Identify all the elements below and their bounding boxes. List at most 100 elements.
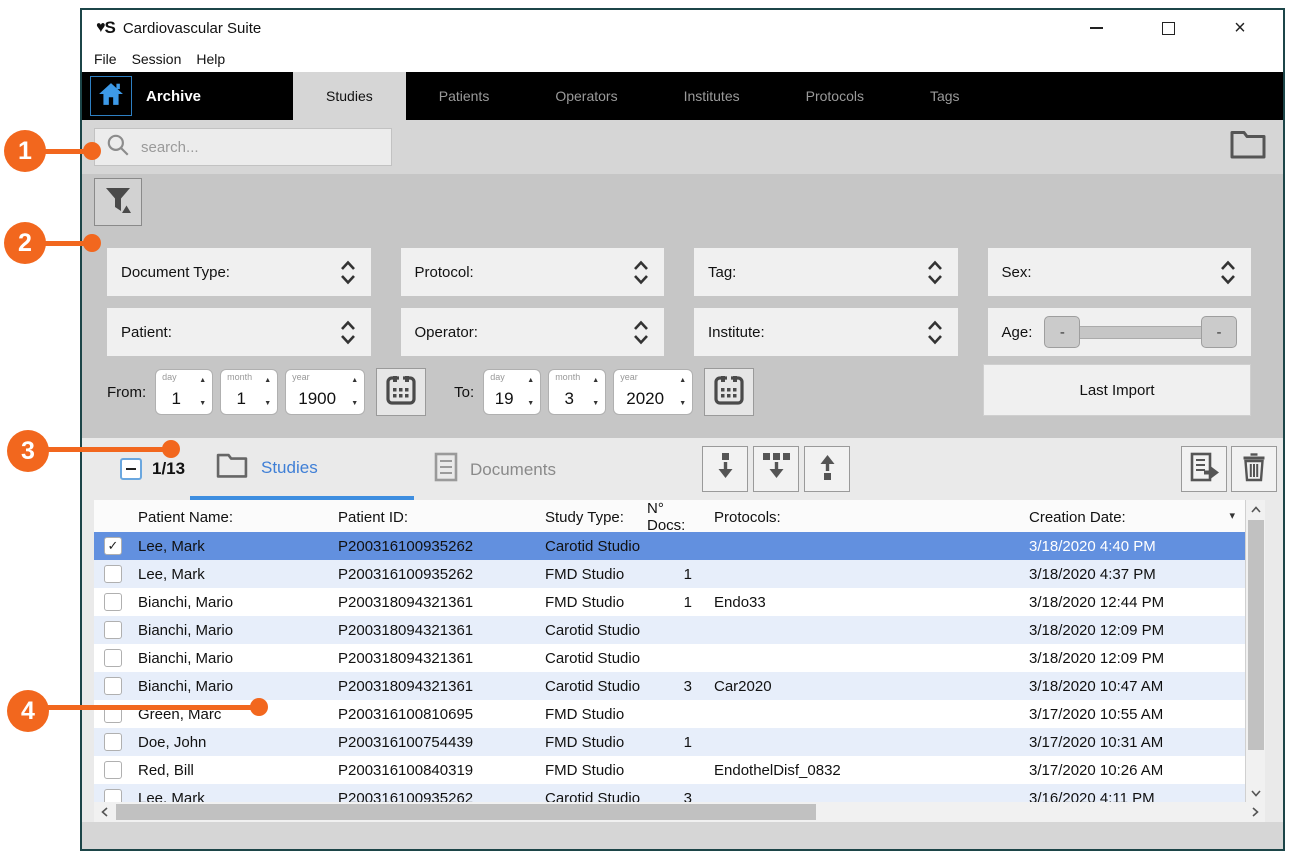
- vertical-scroll-thumb[interactable]: [1248, 520, 1264, 750]
- patient-dropdown[interactable]: Patient:: [107, 308, 371, 356]
- col-protocols[interactable]: Protocols:: [702, 509, 1027, 526]
- export-study-button[interactable]: [804, 446, 850, 492]
- minimize-button[interactable]: [1085, 17, 1107, 39]
- menu-session[interactable]: Session: [132, 51, 182, 67]
- search-box[interactable]: [94, 128, 392, 166]
- from-month-spinner[interactable]: month 1 ▲▼: [220, 369, 278, 415]
- from-year-spinner[interactable]: year 1900 ▲▼: [285, 369, 365, 415]
- scroll-left-icon[interactable]: [94, 802, 114, 822]
- spin-down-icon[interactable]: ▼: [679, 400, 686, 407]
- horizontal-scroll-thumb[interactable]: [116, 804, 816, 820]
- minimize-icon: [1090, 27, 1103, 29]
- maximize-button[interactable]: [1157, 17, 1179, 39]
- cell-n-docs: 1: [646, 566, 702, 583]
- cell-creation-date: 3/18/2020 4:40 PM: [1027, 538, 1245, 555]
- vertical-scrollbar[interactable]: [1245, 500, 1265, 802]
- arrow-down-squares-icon: [762, 452, 791, 486]
- spin-up-icon[interactable]: ▲: [679, 377, 686, 384]
- cell-patient-id: P200316100810695: [332, 706, 539, 723]
- nav-tab-tags[interactable]: Tags: [897, 72, 993, 120]
- spin-down-icon[interactable]: ▼: [199, 400, 206, 407]
- to-day-spinner[interactable]: day 19 ▲▼: [483, 369, 541, 415]
- cell-study-type: FMD Studio: [539, 594, 646, 611]
- collapse-selection-checkbox[interactable]: [120, 458, 142, 480]
- spin-down-icon[interactable]: ▼: [264, 400, 271, 407]
- open-folder-button[interactable]: [1229, 129, 1267, 165]
- to-month-spinner[interactable]: month 3 ▲▼: [548, 369, 606, 415]
- scroll-up-icon[interactable]: [1246, 500, 1266, 518]
- sex-dropdown[interactable]: Sex:: [988, 248, 1252, 296]
- institute-dropdown[interactable]: Institute:: [694, 308, 958, 356]
- col-patient-name[interactable]: Patient Name:: [132, 509, 332, 526]
- nav-tab-patients[interactable]: Patients: [406, 72, 523, 120]
- delete-button[interactable]: [1231, 446, 1277, 492]
- age-max-handle[interactable]: -: [1201, 316, 1237, 348]
- nav-tab-protocols[interactable]: Protocols: [773, 72, 897, 120]
- spin-up-icon[interactable]: ▲: [351, 377, 358, 384]
- spin-down-icon[interactable]: ▼: [592, 400, 599, 407]
- scroll-down-icon[interactable]: [1246, 784, 1266, 802]
- export-report-button[interactable]: [1181, 446, 1227, 492]
- menu-file[interactable]: File: [94, 51, 117, 67]
- sort-caret-icon: ▾: [1229, 509, 1235, 522]
- home-button[interactable]: [90, 76, 132, 116]
- menu-help[interactable]: Help: [196, 51, 225, 67]
- table-row[interactable]: Doe, JohnP200316100754439FMD Studio13/17…: [94, 728, 1245, 756]
- table-row[interactable]: Bianchi, MarioP200318094321361Carotid St…: [94, 616, 1245, 644]
- to-calendar-button[interactable]: [704, 368, 754, 416]
- from-day-spinner[interactable]: day 1 ▲▼: [155, 369, 213, 415]
- filter-toggle-button[interactable]: [94, 178, 142, 226]
- horizontal-scrollbar[interactable]: [94, 802, 1265, 822]
- table-row[interactable]: Bianchi, MarioP200318094321361FMD Studio…: [94, 588, 1245, 616]
- spin-down-icon[interactable]: ▼: [527, 400, 534, 407]
- row-checkbox[interactable]: [104, 565, 122, 583]
- table-row[interactable]: Bianchi, MarioP200318094321361Carotid St…: [94, 644, 1245, 672]
- search-input[interactable]: [141, 139, 361, 156]
- spin-up-icon[interactable]: ▲: [527, 377, 534, 384]
- row-checkbox[interactable]: [104, 733, 122, 751]
- tag-dropdown[interactable]: Tag:: [694, 248, 958, 296]
- row-checkbox[interactable]: [104, 789, 122, 802]
- spin-up-icon[interactable]: ▲: [199, 377, 206, 384]
- nav-tab-institutes[interactable]: Institutes: [651, 72, 773, 120]
- spin-up-icon[interactable]: ▲: [592, 377, 599, 384]
- scroll-right-icon[interactable]: [1245, 802, 1265, 822]
- row-checkbox[interactable]: [104, 593, 122, 611]
- last-import-button[interactable]: Last Import: [983, 364, 1251, 416]
- from-calendar-button[interactable]: [376, 368, 426, 416]
- table-row[interactable]: ✓Lee, MarkP200316100935262Carotid Studio…: [94, 532, 1245, 560]
- col-patient-id[interactable]: Patient ID:: [332, 509, 539, 526]
- import-study-button[interactable]: [702, 446, 748, 492]
- age-slider-track: [1076, 326, 1205, 339]
- age-min-handle[interactable]: -: [1044, 316, 1080, 348]
- table-row[interactable]: Red, BillP200316100840319FMD StudioEndot…: [94, 756, 1245, 784]
- tab-studies[interactable]: Studies: [215, 452, 318, 484]
- to-year-spinner[interactable]: year 2020 ▲▼: [613, 369, 693, 415]
- filter-grid: Document Type: Protocol: Tag: Sex: Patie…: [82, 248, 1283, 356]
- chevron-updown-icon: [632, 259, 650, 286]
- age-range-slider[interactable]: - -: [1044, 316, 1237, 348]
- cell-creation-date: 3/18/2020 12:09 PM: [1027, 622, 1245, 639]
- col-study-type[interactable]: Study Type:: [539, 509, 646, 526]
- table-row[interactable]: Lee, MarkP200316100935262Carotid Studio3…: [94, 784, 1245, 802]
- import-multiple-button[interactable]: [753, 446, 799, 492]
- nav-tab-operators[interactable]: Operators: [522, 72, 650, 120]
- arrow-down-square-icon: [712, 452, 739, 486]
- nav-tab-studies[interactable]: Studies: [293, 72, 406, 120]
- col-n-docs[interactable]: N° Docs:: [646, 500, 702, 534]
- document-type-dropdown[interactable]: Document Type:: [107, 248, 371, 296]
- row-checkbox[interactable]: [104, 649, 122, 667]
- tab-documents[interactable]: Documents: [434, 452, 556, 487]
- row-checkbox[interactable]: ✓: [104, 537, 122, 555]
- table-row[interactable]: Lee, MarkP200316100935262FMD Studio13/18…: [94, 560, 1245, 588]
- protocol-dropdown[interactable]: Protocol:: [401, 248, 665, 296]
- operator-dropdown[interactable]: Operator:: [401, 308, 665, 356]
- row-checkbox[interactable]: [104, 621, 122, 639]
- row-checkbox[interactable]: [104, 761, 122, 779]
- row-checkbox[interactable]: [104, 677, 122, 695]
- spin-down-icon[interactable]: ▼: [351, 400, 358, 407]
- spin-up-icon[interactable]: ▲: [264, 377, 271, 384]
- col-creation-date[interactable]: Creation Date:: [1027, 509, 1245, 526]
- close-button[interactable]: ×: [1229, 17, 1251, 39]
- table-row[interactable]: Bianchi, MarioP200318094321361Carotid St…: [94, 672, 1245, 700]
